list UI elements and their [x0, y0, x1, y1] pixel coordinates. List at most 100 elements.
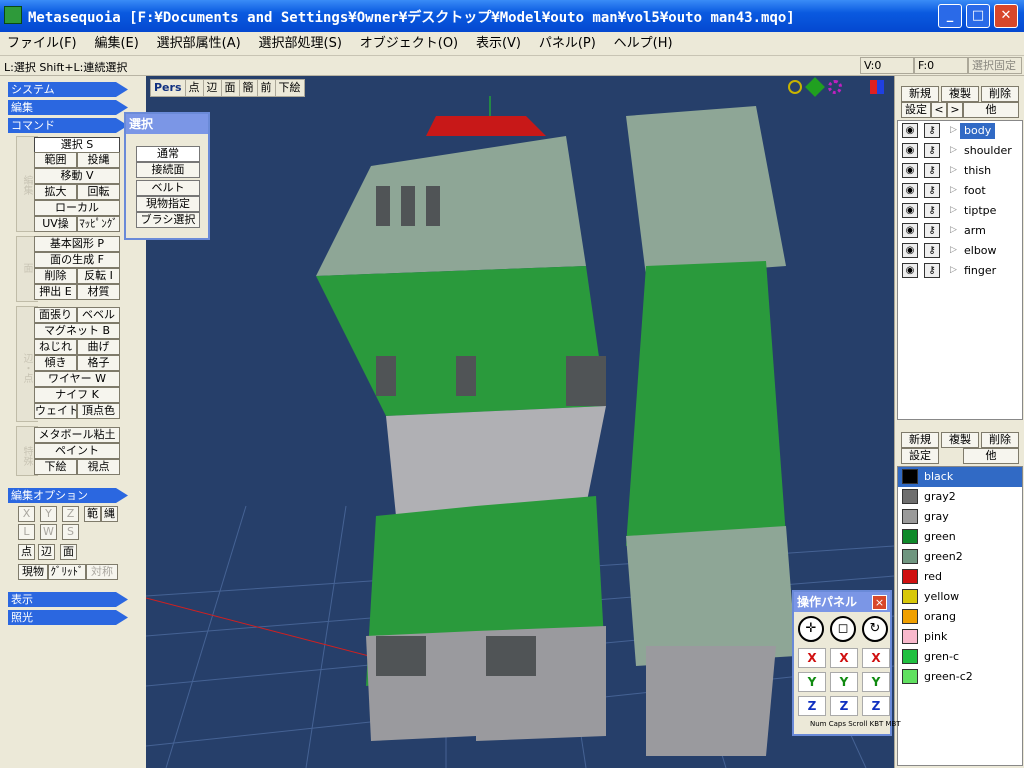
lock-icon[interactable]: ⚷	[924, 203, 940, 218]
material-row[interactable]: gray	[898, 507, 1022, 527]
expand-icon[interactable]: ▷	[950, 145, 957, 155]
maximize-button[interactable]: □	[966, 4, 990, 28]
object-row[interactable]: ◉ ⚷ ▷ elbow	[898, 241, 1022, 261]
material-row[interactable]: green-c2	[898, 667, 1022, 687]
menu-edit[interactable]: 編集(E)	[87, 32, 145, 56]
scale-x-toggle[interactable]: X	[830, 648, 858, 668]
mapping-button[interactable]: ﾏｯﾋﾟﾝｸﾞ	[77, 216, 120, 232]
expand-icon[interactable]: ▷	[950, 245, 957, 255]
rotate-y-toggle[interactable]: Y	[862, 672, 890, 692]
material-row[interactable]: black	[898, 467, 1022, 487]
material-swatch[interactable]	[902, 609, 918, 624]
lasso-toggle[interactable]: 縄	[101, 506, 118, 522]
eye-icon[interactable]: ◉	[902, 163, 918, 178]
screen-toggle[interactable]: S	[62, 524, 79, 540]
view-point-toggle[interactable]: 点	[186, 80, 204, 96]
eye-icon[interactable]: ◉	[902, 183, 918, 198]
move-mode-icon[interactable]: ✛	[798, 616, 824, 642]
minimize-button[interactable]: _	[938, 4, 962, 28]
real-toggle[interactable]: 現物	[18, 564, 48, 580]
material-swatch[interactable]	[902, 529, 918, 544]
zoom-icon[interactable]	[788, 80, 802, 94]
eye-icon[interactable]: ◉	[902, 203, 918, 218]
material-row[interactable]: red	[898, 567, 1022, 587]
menu-selection-proc[interactable]: 選択部処理(S)	[252, 32, 349, 56]
select-connected-button[interactable]: 接続面	[136, 162, 200, 178]
menu-selection-attr[interactable]: 選択部属性(A)	[150, 32, 248, 56]
object-row[interactable]: ◉ ⚷ ▷ thish	[898, 161, 1022, 181]
material-swatch[interactable]	[902, 629, 918, 644]
material-delete-button[interactable]: 削除	[981, 432, 1019, 448]
object-row[interactable]: ◉ ⚷ ▷ body	[898, 121, 1022, 141]
material-swatch[interactable]	[902, 489, 918, 504]
expand-icon[interactable]: ▷	[950, 185, 957, 195]
section-lighting[interactable]: 照光	[8, 610, 128, 625]
material-row[interactable]: orang	[898, 607, 1022, 627]
select-normal-button[interactable]: 通常	[136, 146, 200, 162]
underlay-button[interactable]: 下絵	[34, 459, 77, 475]
object-row[interactable]: ◉ ⚷ ▷ finger	[898, 261, 1022, 281]
object-row[interactable]: ◉ ⚷ ▷ shoulder	[898, 141, 1022, 161]
select-real-button[interactable]: 現物指定	[136, 196, 200, 212]
metaball-button[interactable]: メタボール粘土	[34, 427, 120, 443]
selection-lock[interactable]: 選択固定	[968, 57, 1022, 74]
axis-x-toggle[interactable]: X	[18, 506, 35, 522]
menu-help[interactable]: ヘルプ(H)	[607, 32, 680, 56]
edge-toggle[interactable]: 辺	[38, 544, 55, 560]
object-delete-button[interactable]: 削除	[981, 86, 1019, 102]
material-row[interactable]: gray2	[898, 487, 1022, 507]
extrude-button[interactable]: 押出 E	[34, 284, 77, 300]
world-toggle[interactable]: W	[40, 524, 57, 540]
move-x-toggle[interactable]: X	[798, 648, 826, 668]
scale-mode-icon[interactable]: ◻	[830, 616, 856, 642]
symmetry-toggle[interactable]: 対称	[86, 564, 118, 580]
rotate-view-icon[interactable]	[828, 80, 842, 94]
object-new-button[interactable]: 新規	[901, 86, 939, 102]
material-row[interactable]: pink	[898, 627, 1022, 647]
wire-button[interactable]: ワイヤー W	[34, 371, 120, 387]
lock-icon[interactable]: ⚷	[924, 263, 940, 278]
lock-icon[interactable]: ⚷	[924, 243, 940, 258]
face-toggle[interactable]: 面	[60, 544, 77, 560]
lock-icon[interactable]: ⚷	[924, 183, 940, 198]
material-swatch[interactable]	[902, 469, 918, 484]
section-command[interactable]: コマンド	[8, 118, 128, 133]
material-swatch[interactable]	[902, 549, 918, 564]
vertex-color-button[interactable]: 頂点色	[77, 403, 120, 419]
knife-button[interactable]: ナイフ K	[34, 387, 120, 403]
view-simple-toggle[interactable]: 簡	[240, 80, 258, 96]
material-row[interactable]: green2	[898, 547, 1022, 567]
local-toggle[interactable]: L	[18, 524, 35, 540]
rotate-button[interactable]: 回転	[77, 184, 120, 200]
section-system[interactable]: システム	[8, 82, 128, 97]
material-new-button[interactable]: 新規	[901, 432, 939, 448]
material-row[interactable]: gren-c	[898, 647, 1022, 667]
grid-toggle[interactable]: ｸﾞﾘｯﾄﾞ	[48, 564, 86, 580]
3d-viewport[interactable]: Pers 点辺面簡前下絵	[146, 76, 894, 768]
scale-button[interactable]: 拡大	[34, 184, 77, 200]
expand-icon[interactable]: ▷	[950, 265, 957, 275]
rotate-x-toggle[interactable]: X	[862, 648, 890, 668]
select-button[interactable]: 選択 S	[34, 137, 120, 153]
view-front-toggle[interactable]: 前	[258, 80, 276, 96]
object-copy-button[interactable]: 複製	[941, 86, 979, 102]
eye-icon[interactable]: ◉	[902, 243, 918, 258]
object-settings-button[interactable]: 設定	[901, 102, 931, 118]
object-prev-button[interactable]: <	[931, 102, 947, 118]
view-face-toggle[interactable]: 面	[222, 80, 240, 96]
section-edit[interactable]: 編集	[8, 100, 128, 115]
expand-icon[interactable]: ▷	[950, 125, 957, 135]
select-brush-button[interactable]: ブラシ選択	[136, 212, 200, 228]
bevel-button[interactable]: ベベル	[77, 307, 120, 323]
rotate-z-toggle[interactable]: Z	[862, 696, 890, 716]
expand-icon[interactable]: ▷	[950, 165, 957, 175]
lattice-button[interactable]: 格子	[77, 355, 120, 371]
lasso-button[interactable]: 投縄	[77, 152, 120, 168]
move-z-toggle[interactable]: Z	[798, 696, 826, 716]
material-settings-button[interactable]: 設定	[901, 448, 939, 464]
material-button[interactable]: 材質	[77, 284, 120, 300]
rotate-mode-icon[interactable]: ↻	[862, 616, 888, 642]
eye-icon[interactable]: ◉	[902, 223, 918, 238]
object-other-button[interactable]: 他	[963, 102, 1019, 118]
menu-file[interactable]: ファイル(F)	[0, 32, 84, 56]
